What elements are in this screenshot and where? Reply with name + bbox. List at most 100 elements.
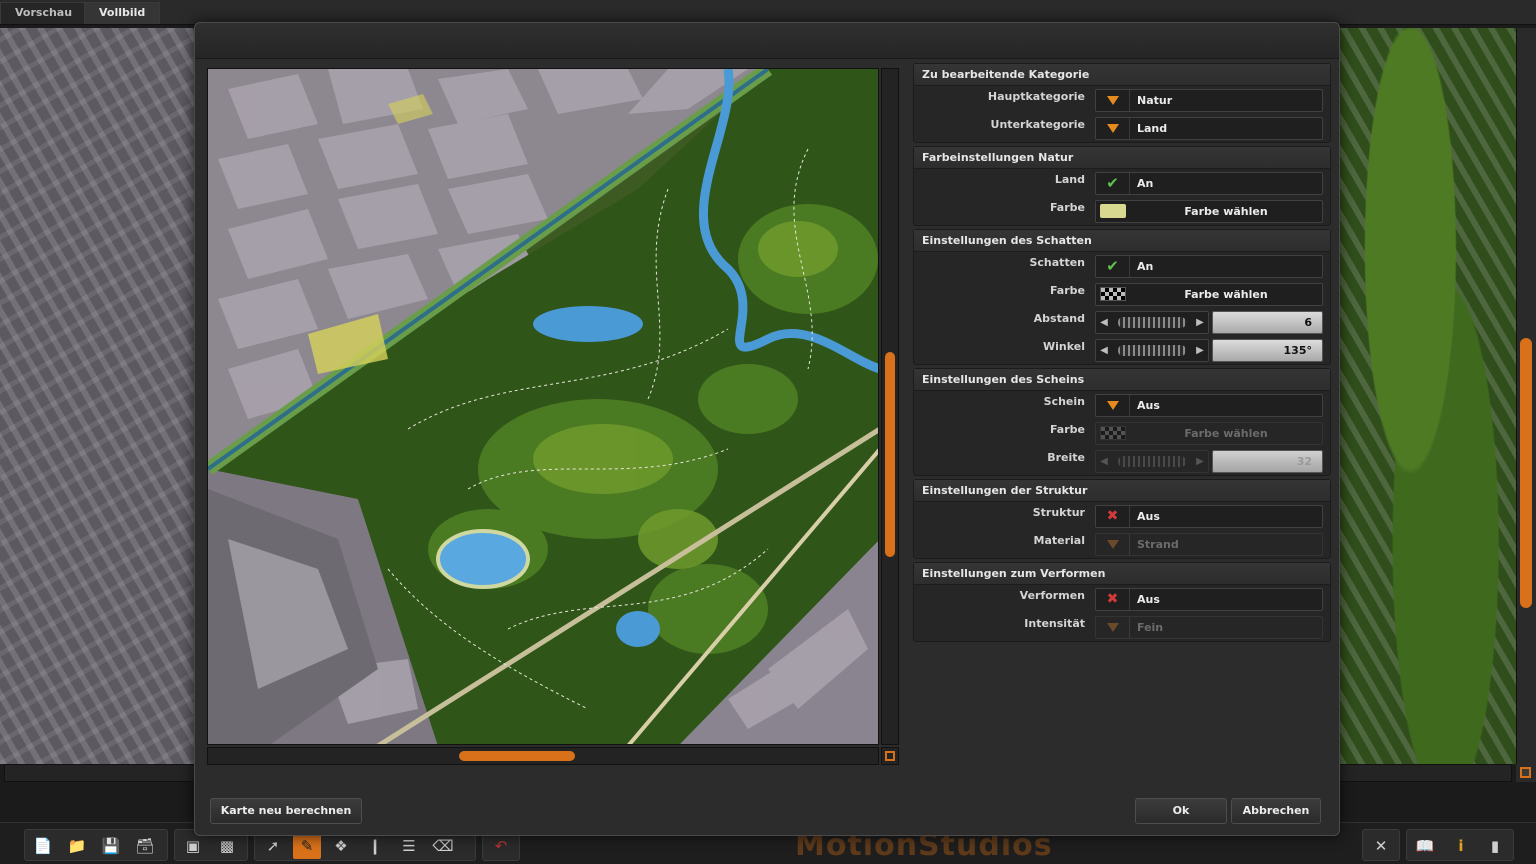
undo-icon[interactable]: ↶ <box>487 833 515 859</box>
cancel-button[interactable]: Abbrechen <box>1231 798 1321 824</box>
marker-icon[interactable]: ❖ <box>327 833 355 859</box>
deform-toggle[interactable]: ✖ Aus <box>1095 588 1323 611</box>
export-icon[interactable]: ▩ <box>213 833 241 859</box>
toggle-value: An <box>1137 260 1154 273</box>
screen-icon[interactable]: ▣ <box>179 833 207 859</box>
exit-icon[interactable]: ▮ <box>1481 833 1509 859</box>
background-vertical-scrollbar[interactable] <box>1516 28 1536 764</box>
dropdown-value: Land <box>1137 122 1168 135</box>
dropdown-arrow-icon <box>1096 118 1130 139</box>
preview-corner-icon <box>885 751 895 761</box>
width-value-input: 32 <box>1212 450 1323 473</box>
map-style-dialog: Zu bearbeitende Kategorie Hauptkategorie… <box>194 22 1340 836</box>
row-label: Abstand <box>1033 312 1085 325</box>
material-dropdown: Strand <box>1095 533 1323 556</box>
glow-color-picker-button: Farbe wählen <box>1095 422 1323 445</box>
row-farbe-schein: Farbe Farbe wählen <box>914 419 1330 447</box>
tab-vorschau[interactable]: Vorschau <box>0 2 88 24</box>
row-breite: Breite ◀ ▶ 32 <box>914 447 1330 475</box>
intensity-dropdown: Fein <box>1095 616 1323 639</box>
slider-track[interactable] <box>1118 345 1186 356</box>
trash-icon[interactable]: ⌫ <box>429 833 457 859</box>
row-label: Winkel <box>1043 340 1085 353</box>
row-label: Farbe <box>1049 284 1085 297</box>
new-file-icon[interactable]: 📄 <box>29 833 57 859</box>
row-label: Schatten <box>1029 256 1085 269</box>
route-tool-icon[interactable]: ➚ <box>259 833 287 859</box>
row-farbe-schatten: Farbe Farbe wählen <box>914 280 1330 308</box>
section-deform: Einstellungen zum Verformen Verformen ✖ … <box>913 562 1331 642</box>
map-style-tool-icon[interactable]: ✎ <box>293 833 321 859</box>
row-label: Farbe <box>1049 201 1085 214</box>
sub-category-dropdown[interactable]: Land <box>1095 117 1323 140</box>
dropdown-value: Aus <box>1137 399 1160 412</box>
land-toggle[interactable]: ✔ An <box>1095 172 1323 195</box>
ok-button[interactable]: Ok <box>1135 798 1227 824</box>
row-label: Land <box>1054 173 1085 186</box>
scrollbar-thumb[interactable] <box>1520 338 1532 608</box>
file-tools-group: 📄 📁 💾 🗃 <box>24 829 168 861</box>
section-glow: Einstellungen des Scheins Schein Aus Far… <box>913 368 1331 476</box>
save-as-icon[interactable]: 🗃 <box>131 833 159 859</box>
angle-value-input[interactable]: 135° <box>1212 339 1323 362</box>
cross-icon: ✖ <box>1096 506 1130 527</box>
preview-vertical-scrollbar[interactable] <box>881 68 899 745</box>
preview-horizontal-scrollbar[interactable] <box>207 747 879 765</box>
dropdown-value: Strand <box>1137 538 1179 551</box>
row-label: Unterkategorie <box>990 118 1085 131</box>
section-title: Farbeinstellungen Natur <box>914 147 1330 169</box>
section-category: Zu bearbeitende Kategorie Hauptkategorie… <box>913 63 1331 143</box>
shadow-toggle[interactable]: ✔ An <box>1095 255 1323 278</box>
pin-icon[interactable]: ❙ <box>361 833 389 859</box>
slider-track[interactable] <box>1118 317 1186 328</box>
manual-icon[interactable]: 📖 <box>1411 833 1439 859</box>
toggle-value: Aus <box>1137 593 1160 606</box>
structure-toggle[interactable]: ✖ Aus <box>1095 505 1323 528</box>
preview-vscroll-thumb[interactable] <box>885 352 895 557</box>
row-label: Material <box>1033 534 1085 547</box>
main-category-dropdown[interactable]: Natur <box>1095 89 1323 112</box>
checker-swatch-icon <box>1096 284 1130 305</box>
section-title: Zu bearbeitende Kategorie <box>914 64 1330 86</box>
dialog-title-bar[interactable] <box>195 23 1339 59</box>
row-label: Struktur <box>1032 506 1085 519</box>
info-icon[interactable]: i <box>1447 833 1475 859</box>
row-intensitaet: Intensität Fein <box>914 613 1330 641</box>
nature-color-picker-button[interactable]: Farbe wählen <box>1095 200 1323 223</box>
map-preview[interactable] <box>207 68 879 745</box>
layers-icon[interactable]: ☰ <box>395 833 423 859</box>
color-swatch-icon <box>1096 201 1130 222</box>
row-schatten: Schatten ✔ An <box>914 252 1330 280</box>
arrow-right-icon: ▶ <box>1196 456 1204 467</box>
preview-corner[interactable] <box>881 747 899 765</box>
tab-vollbild[interactable]: Vollbild <box>84 2 161 24</box>
section-title: Einstellungen des Scheins <box>914 369 1330 391</box>
arrow-left-icon[interactable]: ◀ <box>1098 315 1110 330</box>
zoom-corner[interactable] <box>1516 764 1536 782</box>
shadow-color-picker-button[interactable]: Farbe wählen <box>1095 283 1323 306</box>
preview-hscroll-thumb[interactable] <box>459 751 575 761</box>
row-label: Schein <box>1043 395 1085 408</box>
arrow-left-icon[interactable]: ◀ <box>1098 343 1110 358</box>
row-label: Verformen <box>1019 589 1085 602</box>
arrow-right-icon[interactable]: ▶ <box>1194 343 1206 358</box>
background-map-left <box>0 28 195 764</box>
slider-track <box>1118 456 1186 467</box>
distance-value-input[interactable]: 6 <box>1212 311 1323 334</box>
arrow-left-icon: ◀ <box>1100 456 1108 467</box>
distance-slider[interactable]: ◀ ▶ <box>1095 311 1209 334</box>
dropdown-arrow-icon <box>1096 90 1130 111</box>
arrow-right-icon[interactable]: ▶ <box>1194 315 1206 330</box>
row-hauptkategorie: Hauptkategorie Natur <box>914 86 1330 114</box>
glow-dropdown[interactable]: Aus <box>1095 394 1323 417</box>
toggle-value: An <box>1137 177 1154 190</box>
section-title: Einstellungen der Struktur <box>914 480 1330 502</box>
row-material: Material Strand <box>914 530 1330 558</box>
save-icon[interactable]: 💾 <box>97 833 125 859</box>
angle-slider[interactable]: ◀ ▶ <box>1095 339 1209 362</box>
open-folder-icon[interactable]: 📁 <box>63 833 91 859</box>
recalculate-map-button[interactable]: Karte neu berechnen <box>210 798 362 824</box>
cross-icon: ✖ <box>1096 589 1130 610</box>
settings-tools-icon[interactable]: ✕ <box>1367 833 1395 859</box>
row-struktur: Struktur ✖ Aus <box>914 502 1330 530</box>
